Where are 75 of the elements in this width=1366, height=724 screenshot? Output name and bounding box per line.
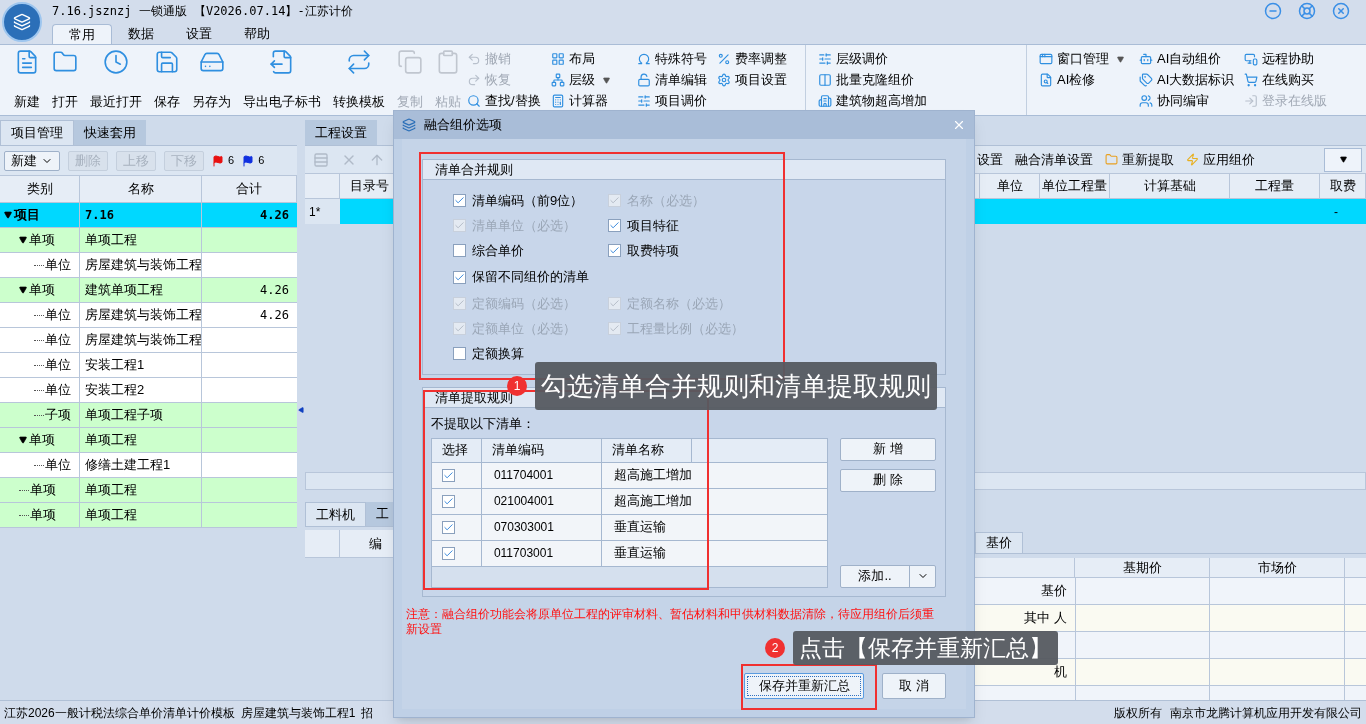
tree-cell-text: 单项 — [29, 231, 55, 250]
tree-cell-text: 单项 — [30, 506, 56, 525]
column-header: 清单名称 — [602, 438, 692, 462]
column-header: 类别 — [0, 176, 80, 202]
tree-cell-text: 单位 — [45, 381, 71, 400]
table-cell-text: 011703001 — [493, 545, 554, 562]
table-cell-text: 021004001 — [493, 493, 554, 510]
callout: 点击【保存并重新汇总】 — [793, 631, 1058, 665]
row-label: 机 — [1054, 663, 1067, 682]
column-header: 选择 — [432, 438, 482, 462]
row-number: 1* — [309, 203, 321, 221]
status-text: 房屋建筑与装饰工程1 — [240, 704, 356, 722]
table-cell-text: 垂直运输 — [613, 544, 666, 563]
tree-cell-text: 子项 — [45, 406, 71, 425]
checkbox-label: 综合单价 — [472, 241, 524, 260]
tree-cell-text: 4.26 — [260, 282, 289, 299]
checkbox-label: 项目特征 — [627, 216, 679, 235]
tree-cell-text: 4.26 — [260, 307, 289, 324]
tree-cell-text: 单项 — [29, 281, 55, 300]
tree-cell-text: 房屋建筑与装饰工程 — [85, 256, 201, 275]
column-header: 单位工程量 — [1040, 174, 1110, 198]
tree-cell-text: 单项 — [30, 481, 56, 500]
column-header: 编 — [369, 534, 382, 553]
tree-cell-text: 单位 — [45, 456, 71, 475]
tree-cell-text: 单位 — [45, 331, 71, 350]
tree-cell-text: 项目 — [14, 206, 40, 225]
tree-cell-text: 安装工程1 — [85, 356, 145, 375]
flag-count: 6 — [228, 153, 235, 169]
tree-cell-text: 单项工程 — [85, 506, 137, 525]
status-text: 版权所有 — [1114, 704, 1162, 722]
tree-cell-text: 单项工程 — [85, 431, 137, 450]
dialog-title: 融合组价选项 — [424, 116, 502, 135]
column-header: 市场价 — [1210, 557, 1345, 577]
tree-cell-text: 4.26 — [260, 207, 289, 224]
checkbox-label: 保留不同组价的清单 — [472, 268, 589, 287]
column-header: 合计 — [202, 176, 297, 202]
group-title: 清单合并规则 — [423, 160, 945, 180]
table-cell-text: 超高施工增加 — [613, 492, 692, 511]
tree-cell-text: 建筑单项工程 — [85, 281, 163, 300]
flag-count: 6 — [258, 153, 265, 169]
tree-cell-text: 单项 — [29, 431, 55, 450]
row-label: 其中 人 — [1024, 609, 1067, 628]
tree-cell-text: 单位 — [45, 356, 71, 375]
column-header: 取费 — [1320, 174, 1366, 198]
status-text: 南京市龙腾计算机应用开发有限公司 — [1170, 704, 1362, 722]
caption: 不提取以下清单： — [431, 415, 536, 433]
window-title: 7.16.jsznzj 一锁通版 【V2026.07.14】-江苏计价 — [52, 3, 353, 20]
table-cell-text: 垂直运输 — [613, 518, 666, 537]
column-header: 清单编码 — [482, 438, 602, 462]
column-header: 单位 — [980, 174, 1040, 198]
column-header: 计算基础 — [1110, 174, 1230, 198]
table-cell-text: - — [1334, 203, 1338, 221]
callout: 勾选清单合并规则和清单提取规则 — [535, 362, 937, 410]
tree-cell-text: 单位 — [45, 256, 71, 275]
tree-cell-text: 单位 — [45, 306, 71, 325]
column-header: 基期价 — [1075, 557, 1210, 577]
column-header: 工程量 — [1230, 174, 1320, 198]
tree-cell-text: 单项工程 — [85, 481, 137, 500]
tree-cell-text: 7.16 — [85, 207, 114, 224]
column-header: 名称 — [80, 176, 202, 202]
tree-cell-text: 单项工程 — [85, 231, 137, 250]
status-text: 招 — [361, 704, 374, 722]
table-cell-text: 011704001 — [493, 467, 554, 484]
checkbox-label: 取费特项 — [627, 241, 679, 260]
table-cell-text: 070303001 — [493, 519, 554, 536]
checkbox-label: 清单编码（前9位） — [472, 191, 584, 210]
status-text: 江苏2026一般计税法综合单价清单计价模板 — [4, 704, 235, 722]
row-label: 基价 — [1041, 582, 1067, 601]
tree-cell-text: 单项工程子项 — [85, 406, 163, 425]
tree-cell-text: 房屋建筑与装饰工程 — [85, 331, 201, 350]
tree-cell-text: 房屋建筑与装饰工程 — [85, 306, 201, 325]
checkbox-label: 定额换算 — [472, 344, 524, 363]
tree-cell-text: 安装工程2 — [85, 381, 145, 400]
table-cell-text: 超高施工增加 — [613, 466, 692, 485]
tree-cell-text: 修缮土建工程1 — [85, 456, 171, 475]
